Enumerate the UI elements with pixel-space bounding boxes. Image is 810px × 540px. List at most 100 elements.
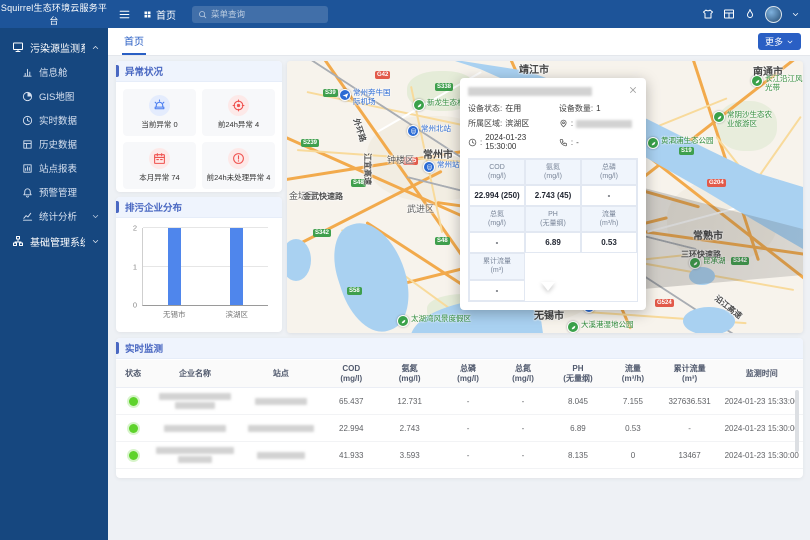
map-transport-marker[interactable]: 常州奔牛国际机场 <box>339 89 397 106</box>
table-body: 65.43712.731--8.0457.155327636.5312024-0… <box>116 388 803 469</box>
table-row[interactable]: 41.9333.593--8.1350134672024-01-23 15:30… <box>116 442 803 469</box>
redacted-text <box>576 120 632 128</box>
table-cell-value: - <box>522 451 525 460</box>
redacted-company-name <box>175 402 215 409</box>
table-cell: 7.155 <box>607 397 659 406</box>
header-actions <box>702 6 810 23</box>
x-axis-label: 无锡市 <box>152 309 196 320</box>
hamburger-icon[interactable] <box>118 8 131 21</box>
metric-header-cell: 流量(m³/h) <box>581 206 637 232</box>
metric-header-cell: PH(无量纲) <box>525 206 581 232</box>
table-cell: - <box>497 397 549 406</box>
poi-label: 新龙生态林 <box>427 99 465 108</box>
popup-field: :2024-01-23 15:30:00 <box>468 133 559 151</box>
map-district-label: 钟楼区 <box>387 153 414 166</box>
abnormal-card-label: 当前异常 0 <box>141 119 177 130</box>
chart-panel: 排污企业分布 012无锡市滨湖区 <box>116 197 282 332</box>
flame-icon[interactable] <box>744 8 756 20</box>
table-cell-value: 2024-01-23 15:30:00 <box>725 424 799 433</box>
popup-field-label: : <box>571 138 573 147</box>
table-scrollbar[interactable] <box>795 390 799 452</box>
table-cell-value: 13467 <box>678 451 700 460</box>
table-cell: - <box>439 451 497 460</box>
abnormal-card[interactable]: 当前异常 0 <box>123 89 196 136</box>
abnormal-panel: 异常状况 当前异常 0 前24h异常 4本月异常 74前24h未处理异常 4 <box>116 61 282 192</box>
map-park-marker[interactable]: 昆承湖 <box>689 257 726 269</box>
table-cell: 6.89 <box>549 424 607 433</box>
table-row[interactable]: 22.9942.743--6.890.53-2024-01-23 15:30:0… <box>116 415 803 442</box>
more-button[interactable]: 更多 <box>758 33 801 50</box>
table-cell: 8.135 <box>549 451 607 460</box>
chevron-down-icon[interactable] <box>791 10 800 19</box>
park-icon <box>751 75 763 87</box>
table-cell: - <box>439 397 497 406</box>
popup-field-value: 2024-01-23 15:30:00 <box>485 133 559 151</box>
table-cell: 327636.531 <box>659 397 721 406</box>
road-badge: S239 <box>301 139 319 147</box>
calendar-icon <box>149 148 170 169</box>
road-badge: S39 <box>323 89 338 97</box>
abnormal-card[interactable]: 前24h未处理异常 4 <box>202 142 275 189</box>
table-cell: 8.045 <box>549 397 607 406</box>
map-park-marker[interactable]: 长江沿江风光带 <box>751 75 803 92</box>
road-badge: S48 <box>435 237 450 245</box>
map-park-marker[interactable]: 常阴沙生态农业旅游区 <box>713 111 773 128</box>
sidebar-item-基础管理系统[interactable]: 基础管理系统 <box>0 228 108 254</box>
layout-icon[interactable] <box>723 8 735 20</box>
search-input[interactable]: 菜单查询 <box>192 6 328 23</box>
metric-value-cell: 6.89 <box>525 232 581 253</box>
abnormal-card[interactable]: 前24h异常 4 <box>202 89 275 136</box>
map-district-label: 武进区 <box>407 202 434 215</box>
metric-header-cell: 累计流量(m³) <box>469 253 525 279</box>
close-icon[interactable] <box>628 85 638 95</box>
table-header-cell: 状态 <box>116 360 150 387</box>
metric-value-cell: - <box>581 185 637 206</box>
table-cell <box>240 398 322 405</box>
park-icon <box>647 137 659 149</box>
table-header-cell: 企业名称 <box>150 360 239 387</box>
map-park-marker[interactable]: 大溪港湿地公园 <box>567 321 634 333</box>
sidebar-item-统计分析[interactable]: 统计分析 <box>0 204 108 228</box>
road-badge: G42 <box>375 71 390 79</box>
chart-panel-header: 排污企业分布 <box>116 197 282 218</box>
sidebar-item-站点报表[interactable]: 站点报表 <box>0 156 108 180</box>
map-transport-marker[interactable]: 常州北站 <box>407 125 451 137</box>
metric-value-cell: - <box>469 280 525 301</box>
sidebar-item-GIS地图[interactable]: GIS地图 <box>0 84 108 108</box>
chevron-up-icon <box>91 43 100 52</box>
table-cell: - <box>439 424 497 433</box>
sitemap-icon <box>12 235 24 247</box>
park-icon <box>397 315 409 327</box>
map-park-marker[interactable]: 太湖湾风景度假区 <box>397 315 471 327</box>
map-park-marker[interactable]: 黄泗浦生态公园 <box>647 137 714 149</box>
park-icon <box>713 111 725 123</box>
avatar[interactable] <box>765 6 782 23</box>
poi-label: 常州奔牛国际机场 <box>353 89 397 106</box>
poi-label: 昆承湖 <box>703 257 726 266</box>
abnormal-card[interactable]: 本月异常 74 <box>123 142 196 189</box>
sidebar-item-label: 污染源监测系统 <box>30 40 85 55</box>
clock-icon <box>468 138 477 147</box>
sidebar-item-预警管理[interactable]: 预警管理 <box>0 180 108 204</box>
road-badge: G524 <box>655 299 674 307</box>
abnormal-panel-title: 异常状况 <box>125 64 163 78</box>
bar-chart: 012无锡市滨湖区 <box>122 220 276 326</box>
sidebar-item-历史数据[interactable]: 历史数据 <box>0 132 108 156</box>
map-road-label: 金武快速路 <box>303 191 343 202</box>
lake-kuncheng <box>689 267 715 285</box>
tab-home[interactable]: 首页 <box>122 28 146 55</box>
table-cell: 13467 <box>659 451 721 460</box>
theme-skin-icon[interactable] <box>702 8 714 20</box>
sidebar-item-污染源监测系统[interactable]: 污染源监测系统 <box>0 34 108 60</box>
popup-metrics-table: COD(mg/l)氨氮(mg/l)总磷(mg/l)22.994 (250)2.7… <box>468 158 638 302</box>
map-transport-marker[interactable]: 常州站 <box>423 161 460 173</box>
sidebar-item-实时数据[interactable]: 实时数据 <box>0 108 108 132</box>
sidebar-item-信息舱[interactable]: 信息舱 <box>0 60 108 84</box>
chart-bar <box>230 228 243 305</box>
map-park-marker[interactable]: 新龙生态林 <box>413 99 465 111</box>
alertc-icon <box>228 148 249 169</box>
popup-field: 设备状态:在用 <box>468 103 559 114</box>
breadcrumb[interactable]: 首页 <box>143 7 176 22</box>
table-row[interactable]: 65.43712.731--8.0457.155327636.5312024-0… <box>116 388 803 415</box>
phone-icon <box>559 138 568 147</box>
